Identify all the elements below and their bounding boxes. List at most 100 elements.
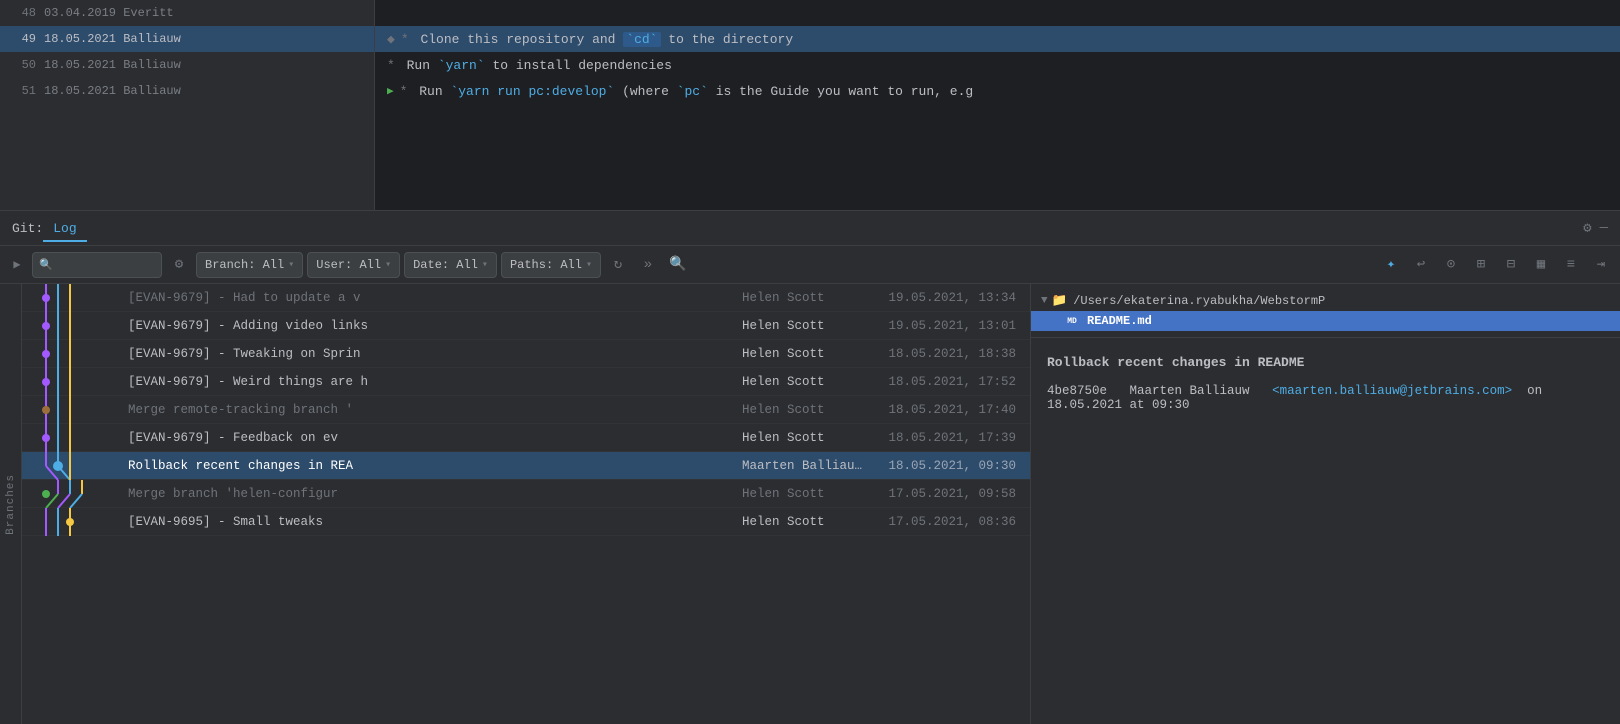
branch-chevron-icon: ▾ (288, 259, 294, 271)
commit-date-1: 19.05.2021, 13:01 (864, 319, 1024, 333)
editor-line-51: ▶ * Run `yarn run pc:develop` (where `pc… (375, 78, 1620, 104)
commit-message-8: [EVAN-9695] - Small tweaks (128, 515, 734, 529)
editor-line-49: ◆ * Clone this repository and `cd` to th… (375, 26, 1620, 52)
gutter-line-50: 50 18.05.2021 Balliauw (0, 52, 374, 78)
paths-chevron-icon: ▾ (586, 259, 592, 271)
commit-message-0: [EVAN-9679] - Had to update a v (128, 291, 734, 305)
commit-row-0[interactable]: [EVAN-9679] - Had to update a v Helen Sc… (22, 284, 1030, 312)
commit-row-4[interactable]: Merge remote-tracking branch ' Helen Sco… (22, 396, 1030, 424)
commit-date-3: 18.05.2021, 17:52 (864, 375, 1024, 389)
editor-line-48 (375, 0, 1620, 26)
file-tree: ▼ 📁 /Users/ekaterina.ryabukha/WebstormP … (1031, 284, 1620, 338)
commit-date-0: 19.05.2021, 13:34 (864, 291, 1024, 305)
commit-date-7: 17.05.2021, 09:58 (864, 487, 1024, 501)
refresh-btn[interactable]: ↻ (605, 252, 631, 278)
editor-gutter: 48 03.04.2019 Everitt 49 18.05.2021 Ball… (0, 0, 375, 210)
commit-date-8: 17.05.2021, 08:36 (864, 515, 1024, 529)
commit-details: Rollback recent changes in README 4be875… (1031, 338, 1620, 724)
date-filter[interactable]: Date: All ▾ (404, 252, 497, 278)
grid-btn[interactable]: ⊞ (1468, 252, 1494, 278)
commit-author-email[interactable]: <maarten.balliauw@jetbrains.com> (1272, 384, 1512, 398)
commit-author-4: Helen Scott (734, 403, 864, 417)
gutter-line-51: 51 18.05.2021 Balliauw (0, 78, 374, 104)
commit-message-5: [EVAN-9679] - Feedback on ev (128, 431, 734, 445)
git-bar: Git: Log ⚙ — (0, 210, 1620, 246)
undo-btn[interactable]: ↩ (1408, 252, 1434, 278)
tree-folder-path: /Users/ekaterina.ryabukha/WebstormP (1073, 294, 1325, 308)
search-box[interactable]: 🔍 (32, 252, 162, 278)
folder-icon: 📁 (1052, 293, 1068, 308)
commit-row-2[interactable]: [EVAN-9679] - Tweaking on Sprin Helen Sc… (22, 340, 1030, 368)
editor-area: 48 03.04.2019 Everitt 49 18.05.2021 Ball… (0, 0, 1620, 210)
graph-col-3 (28, 368, 128, 396)
commit-message-7: Merge branch 'helen-configur (128, 487, 734, 501)
filter2-btn[interactable]: ⊟ (1498, 252, 1524, 278)
date-chevron-icon: ▾ (482, 259, 488, 271)
commit-date-2: 18.05.2021, 18:38 (864, 347, 1024, 361)
user-filter[interactable]: User: All ▾ (307, 252, 400, 278)
paths-filter[interactable]: Paths: All ▾ (501, 252, 601, 278)
commit-author-3: Helen Scott (734, 375, 864, 389)
commit-author-0: Helen Scott (734, 291, 864, 305)
more-btn[interactable]: » (635, 252, 661, 278)
commit-author-5: Helen Scott (734, 431, 864, 445)
git-minimize-icon[interactable]: — (1600, 220, 1608, 236)
commit-date-4: 18.05.2021, 17:40 (864, 403, 1024, 417)
commit-row-3[interactable]: [EVAN-9679] - Weird things are h Helen S… (22, 368, 1030, 396)
commit-message-6: Rollback recent changes in REA (128, 459, 734, 473)
commit-message-1: [EVAN-9679] - Adding video links (128, 319, 734, 333)
git-log-tab-label: Log (53, 221, 76, 236)
search-btn[interactable]: 🔍 (665, 252, 691, 278)
toolbar: ▶ 🔍 ⚙ Branch: All ▾ User: All ▾ Date: Al… (0, 246, 1620, 284)
file-md-icon: MD (1063, 314, 1081, 328)
sort-asc-btn[interactable]: ≡ (1558, 252, 1584, 278)
commit-message-4: Merge remote-tracking branch ' (128, 403, 734, 417)
commit-author-6: Maarten Balliauw* (734, 459, 864, 473)
tree-file-name: README.md (1087, 314, 1152, 328)
user-chevron-icon: ▾ (385, 259, 391, 271)
branch-filter[interactable]: Branch: All ▾ (196, 252, 303, 278)
paths-filter-label: Paths: All (510, 258, 582, 272)
editor-line-50: * Run `yarn` to install dependencies (375, 52, 1620, 78)
search-input[interactable] (53, 258, 143, 272)
commit-author-2: Helen Scott (734, 347, 864, 361)
graph-col-6 (28, 452, 128, 480)
graph-col-5 (28, 424, 128, 452)
git-label: Git: (12, 221, 43, 236)
commit-row-1[interactable]: [EVAN-9679] - Adding video links Helen S… (22, 312, 1030, 340)
commit-row-5[interactable]: [EVAN-9679] - Feedback on ev Helen Scott… (22, 424, 1030, 452)
graph-col-8 (28, 508, 128, 536)
commit-row-7[interactable]: Merge branch 'helen-configur Helen Scott… (22, 480, 1030, 508)
layout-btn[interactable]: ▦ (1528, 252, 1554, 278)
gutter-line-48: 48 03.04.2019 Everitt (0, 0, 374, 26)
commit-date-6: 18.05.2021, 09:30 (864, 459, 1024, 473)
collapse-btn[interactable]: ⇥ (1588, 252, 1614, 278)
commit-author-1: Helen Scott (734, 319, 864, 333)
tree-folder-row[interactable]: ▼ 📁 /Users/ekaterina.ryabukha/WebstormP (1031, 290, 1620, 311)
sidebar-collapse-btn[interactable]: ▶ (6, 254, 28, 276)
tree-file-readme[interactable]: MD README.md (1031, 311, 1620, 331)
graph-col-1 (28, 312, 128, 340)
branches-sidebar: Branches (0, 284, 22, 724)
graph-col-0 (28, 284, 128, 312)
settings-btn[interactable]: ⚙ (166, 252, 192, 278)
main-content: Branches [EVAN-9679] - Had to update a v… (0, 284, 1620, 724)
history-btn[interactable]: ⊙ (1438, 252, 1464, 278)
commit-row-6[interactable]: Rollback recent changes in REA Maarten B… (22, 452, 1030, 480)
git-settings-icon[interactable]: ⚙ (1583, 220, 1591, 237)
right-panel: ▼ 📁 /Users/ekaterina.ryabukha/WebstormP … (1030, 284, 1620, 724)
commit-author-8: Helen Scott (734, 515, 864, 529)
branch-filter-label: Branch: All (205, 258, 284, 272)
commit-author-7: Helen Scott (734, 487, 864, 501)
commit-row-8[interactable]: [EVAN-9695] - Small tweaks Helen Scott 1… (22, 508, 1030, 536)
branches-label: Branches (5, 474, 17, 535)
graph-col-7 (28, 480, 128, 508)
git-log-tab[interactable]: Log (43, 217, 86, 240)
graph-col-2 (28, 340, 128, 368)
commit-details-title: Rollback recent changes in README (1047, 354, 1604, 372)
commit-date-5: 18.05.2021, 17:39 (864, 431, 1024, 445)
pin-btn[interactable]: ✦ (1378, 252, 1404, 278)
editor-content: ◆ * Clone this repository and `cd` to th… (375, 0, 1620, 210)
graph-col-4 (28, 396, 128, 424)
tree-folder-chevron-icon: ▼ (1041, 295, 1048, 307)
